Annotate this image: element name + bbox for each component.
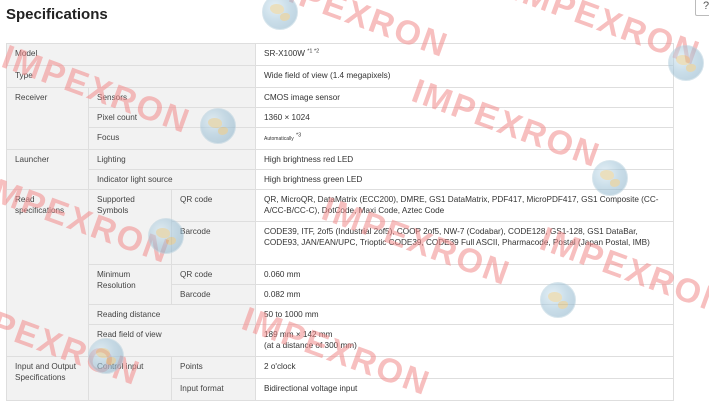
model-value-cell: SR-X100W *1 *2 bbox=[255, 43, 674, 66]
row-label-pixel-count: Pixel count bbox=[88, 107, 256, 128]
focus-value-cell: Automatically *3 bbox=[255, 127, 674, 150]
row-label-min-res-barcode: Barcode bbox=[171, 284, 256, 305]
group-label-launcher: Launcher bbox=[6, 149, 89, 190]
row-label-reading-distance: Reading distance bbox=[88, 304, 256, 325]
page-title: Specifications bbox=[6, 6, 108, 23]
table-row: Launcher Lighting High brightness red LE… bbox=[6, 149, 674, 190]
sub-label-supported-symbols: Supported Symbols bbox=[88, 189, 172, 265]
table-row: Type Wide field of view (1.4 megapixels) bbox=[6, 65, 674, 88]
min-res-qr-value: 0.060 mm bbox=[255, 264, 674, 285]
model-footnotes: *1 *2 bbox=[307, 48, 320, 55]
row-label-points: Points bbox=[171, 356, 256, 379]
table-row: Input and Output Specifications Control … bbox=[6, 356, 674, 401]
sub-label-minimum-resolution: Minimum Resolution bbox=[88, 264, 172, 305]
indicator-value: High brightness green LED bbox=[255, 169, 674, 190]
reading-distance-value: 50 to 1000 mm bbox=[255, 304, 674, 325]
type-value: Wide field of view (1.4 megapixels) bbox=[255, 65, 674, 88]
group-label-io-specifications: Input and Output Specifications bbox=[6, 356, 89, 401]
specifications-table: Model SR-X100W *1 *2 Type Wide field of … bbox=[6, 43, 674, 401]
sub-label-control-input: Control input bbox=[88, 356, 172, 401]
input-format-value: Bidirectional voltage input bbox=[255, 378, 674, 401]
read-fov-distance: (at a distance of 300 mm) bbox=[264, 341, 357, 350]
table-row: Pixel count 1360 × 1024 bbox=[7, 107, 674, 128]
lighting-value: High brightness red LED bbox=[255, 149, 674, 170]
row-label-sensors: Sensors bbox=[88, 87, 256, 108]
row-label-model: Model bbox=[6, 43, 256, 66]
table-row: Focus Automatically *3 bbox=[7, 127, 674, 150]
model-value: SR-X100W bbox=[264, 49, 305, 58]
table-row: Indicator light source High brightness g… bbox=[7, 169, 674, 190]
row-label-indicator: Indicator light source bbox=[88, 169, 256, 190]
table-row: Model SR-X100W *1 *2 bbox=[6, 43, 674, 66]
row-label-barcode: Barcode bbox=[171, 221, 256, 265]
search-field[interactable]: ? bbox=[695, 0, 709, 16]
points-value: 2 o'clock bbox=[255, 356, 674, 379]
group-label-read-specifications: Read specifications bbox=[6, 189, 89, 357]
table-row: Read specifications Supported Symbols QR… bbox=[6, 189, 674, 357]
table-row: Reading distance 50 to 1000 mm bbox=[7, 304, 674, 325]
row-label-input-format: Input format bbox=[171, 378, 256, 401]
row-label-focus: Focus bbox=[88, 127, 256, 150]
row-label-min-res-qr: QR code bbox=[171, 264, 256, 285]
focus-footnote: *3 bbox=[296, 132, 302, 139]
pixel-count-value: 1360 × 1024 bbox=[255, 107, 674, 128]
min-res-barcode-value: 0.082 mm bbox=[255, 284, 674, 305]
watermark-globe-icon bbox=[262, 0, 298, 30]
focus-value: Automatically bbox=[264, 136, 294, 142]
group-label-receiver: Receiver bbox=[6, 87, 89, 150]
table-row: Read field of view 189 mm × 142 mm (at a … bbox=[7, 324, 674, 357]
table-row: Minimum Resolution QR code 0.060 mm bbox=[7, 264, 674, 305]
sensors-value: CMOS image sensor bbox=[255, 87, 674, 108]
barcode-symbols: CODE39, ITF, 2of5 (Industrial 2of5), COO… bbox=[255, 221, 674, 265]
table-row: Receiver Sensors CMOS image sensor bbox=[6, 87, 674, 150]
qr-code-symbols: QR, MicroQR, DataMatrix (ECC200), DMRE, … bbox=[255, 189, 674, 222]
read-fov-size: 189 mm × 142 mm bbox=[264, 330, 333, 339]
read-fov-value-cell: 189 mm × 142 mm (at a distance of 300 mm) bbox=[255, 324, 674, 357]
row-label-type: Type bbox=[6, 65, 256, 88]
row-label-qr-code: QR code bbox=[171, 189, 256, 222]
row-label-lighting: Lighting bbox=[88, 149, 256, 170]
row-label-read-field-of-view: Read field of view bbox=[88, 324, 256, 357]
